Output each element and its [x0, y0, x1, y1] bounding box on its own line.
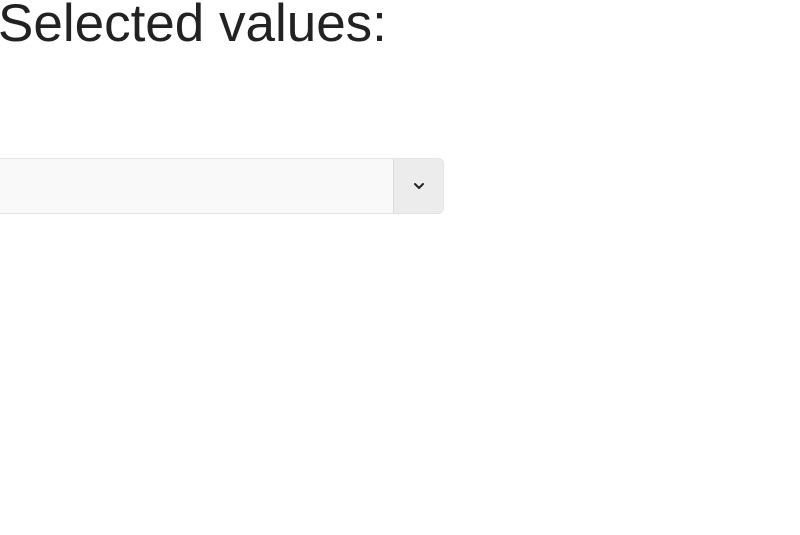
multiselect-toggle-button[interactable]: [393, 159, 443, 213]
selected-values-heading: Selected values:: [0, 0, 387, 53]
page: Selected values:: [0, 0, 800, 535]
multiselect-field[interactable]: [0, 158, 444, 214]
chevron-down-icon: [413, 181, 425, 191]
multiselect-value[interactable]: [0, 159, 393, 213]
